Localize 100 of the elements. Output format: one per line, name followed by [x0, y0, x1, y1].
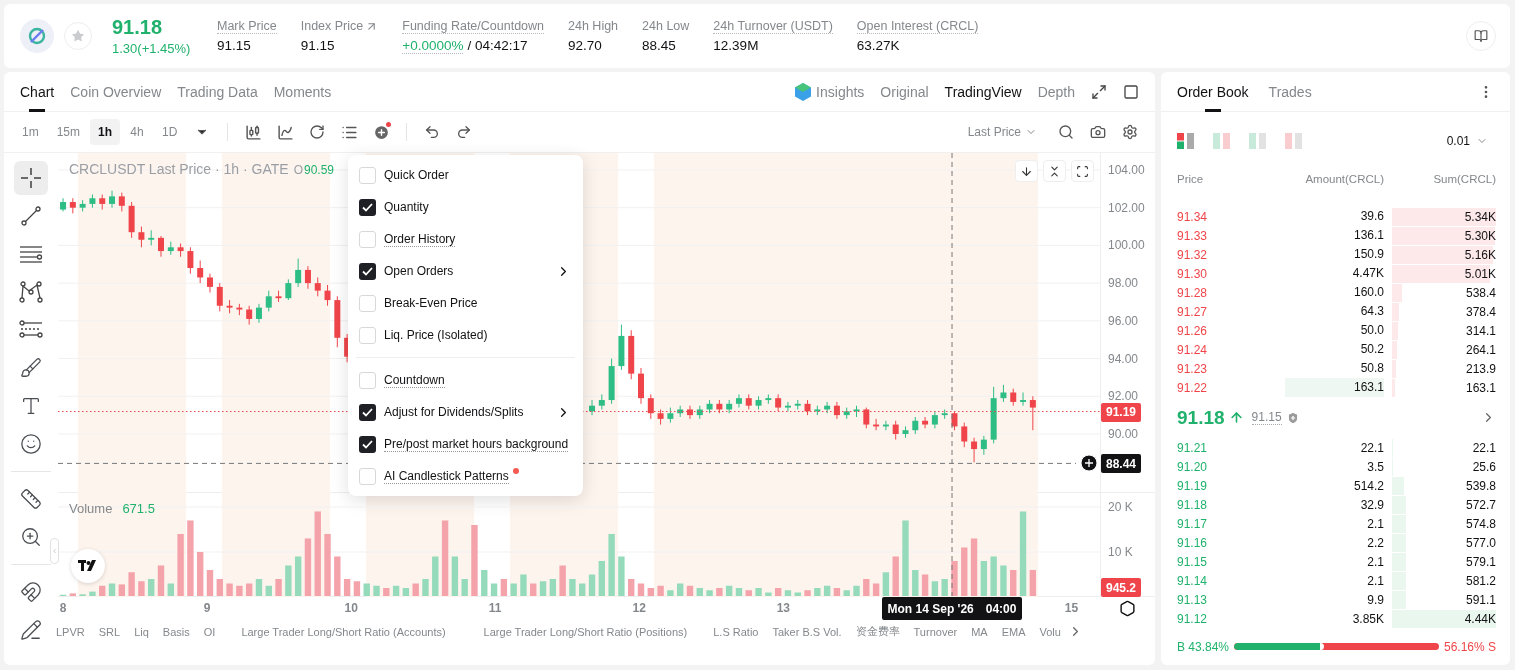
price-axis-label: 90.00 [1108, 427, 1139, 440]
price-axis-label: 92.00 [1108, 390, 1139, 403]
menu-item-label: Break-Even Price [384, 295, 478, 311]
amount-cell: 163.1 [1284, 378, 1384, 398]
ask-price: 91.23 [1177, 361, 1209, 376]
sum-cell: 314.1 [1392, 321, 1496, 340]
last-price-tag: 91.19 [1101, 402, 1142, 422]
ask-price: 91.32 [1177, 247, 1209, 262]
stat-label: 24h High [568, 18, 619, 34]
countdown: / 04:42:17 [467, 37, 528, 53]
amount-cell-text: 4.47K [1351, 265, 1384, 283]
sum-cell: 213.9 [1392, 359, 1496, 378]
stat-value: 92.70 [568, 37, 603, 53]
time-axis-label: 13 [776, 601, 790, 615]
time-axis-label: 12 [632, 601, 646, 615]
volume-axis-label: 10 K [1108, 545, 1133, 558]
stat-label: Open Interest (CRCL) [856, 18, 979, 34]
amount-cell-text: 136.1 [1352, 227, 1384, 245]
price-change: 1.30(+1.45%) [112, 41, 192, 56]
stat-value: 91.15 [300, 37, 336, 53]
amount-cell-text: 3.85K [1351, 610, 1384, 628]
last-price: 91.18 [112, 16, 164, 39]
menu-item-label: Pre/post market hours background [384, 436, 569, 452]
amount-cell-text: 32.9 [1359, 496, 1384, 514]
crosshair-date: Mon 14 Sep '26 [887, 601, 974, 616]
bid-price: 91.17 [1177, 517, 1209, 532]
chart-legend-title: CRCLUSDT Last Price · 1h · GATE [69, 161, 289, 177]
amount-cell-text: 514.2 [1352, 477, 1384, 495]
menu-item-label: Order History [384, 231, 456, 247]
amount-cell-text: 9.9 [1366, 591, 1384, 609]
bid-price: 91.14 [1177, 574, 1209, 589]
menu-item-label: Open Orders [384, 263, 454, 279]
mid-price: 91.18 [1177, 407, 1225, 429]
volume-axis-label: 20 K [1108, 500, 1133, 513]
time-axis-label: 15 [1064, 601, 1079, 615]
ask-price: 91.30 [1177, 266, 1209, 281]
amount-cell-text: 50.2 [1359, 341, 1384, 359]
crosshair-price-tag: 88.44 [1101, 454, 1142, 474]
ask-price: 91.33 [1177, 228, 1209, 243]
amount-cell-text: 50.8 [1359, 360, 1384, 378]
stat-label: Index Price [300, 18, 364, 34]
bid-price: 91.18 [1177, 498, 1209, 513]
price-axis-label: 104.00 [1108, 163, 1145, 176]
menu-item-label: Countdown [384, 372, 445, 388]
menu-item-label: Adjust for Dividends/Splits [384, 404, 524, 420]
amount-cell-text: 2.1 [1366, 572, 1384, 590]
stat-value: 63.27K [856, 37, 901, 53]
crosshair-time: 04:00 [985, 601, 1017, 616]
sum-cell: 25.6 [1392, 458, 1496, 477]
volume-label: Volume [69, 501, 113, 516]
amount-cell-text: 160.0 [1352, 284, 1384, 302]
stat-value: 88.45 [642, 37, 677, 53]
column-header: Amount(CRCL) [1304, 172, 1384, 185]
amount-cell-text: 3.5 [1366, 458, 1384, 476]
bid-price: 91.12 [1177, 612, 1209, 627]
sum-cell: 264.1 [1392, 340, 1496, 359]
sum-cell: 4.44K [1392, 610, 1496, 629]
sum-cell: 591.1 [1392, 591, 1496, 610]
ask-price: 91.28 [1177, 285, 1209, 300]
ask-price: 91.27 [1177, 304, 1209, 319]
open-value: 90.59 [304, 163, 335, 177]
amount-cell-text: 22.1 [1359, 439, 1384, 457]
funding-rate: +0.0000% [402, 37, 464, 54]
price-axis-label: 100.00 [1108, 239, 1145, 252]
ask-price: 91.22 [1177, 380, 1209, 395]
menu-item-label: Liq. Price (Isolated) [384, 327, 488, 343]
amount-cell-text: 50.0 [1359, 322, 1384, 340]
time-axis-label: 9 [203, 601, 211, 615]
open-label: O [293, 163, 303, 177]
sum-cell: 5.30K [1392, 226, 1496, 245]
amount-cell-text: 150.9 [1352, 246, 1384, 264]
amount-cell-text: 2.2 [1366, 534, 1384, 552]
stat-label: 24h Turnover (USDT) [713, 18, 833, 34]
amount-cell-text: 64.3 [1359, 303, 1384, 321]
time-axis-label: 11 [488, 601, 502, 615]
bid-price: 91.20 [1177, 460, 1209, 475]
sum-cell: 572.7 [1392, 496, 1496, 515]
menu-item-label: Quantity [384, 199, 429, 215]
buy-ratio: B 43.84% [1177, 639, 1230, 654]
stat-value: 91.15 [217, 37, 252, 53]
amount-cell-text: 39.6 [1359, 208, 1384, 226]
price-axis-label: 96.00 [1108, 314, 1139, 327]
volume-value: 671.5 [122, 501, 155, 516]
bid-price: 91.19 [1177, 479, 1209, 494]
stat-value: 12.39M [713, 37, 760, 53]
price-axis-label: 102.00 [1108, 201, 1145, 214]
sum-cell: 378.4 [1392, 302, 1496, 321]
sum-cell: 163.1 [1392, 378, 1496, 397]
sum-cell: 577.0 [1392, 534, 1496, 553]
sum-cell: 22.1 [1392, 439, 1496, 458]
stat-label: 24h Low [642, 18, 690, 34]
time-axis-label: 10 [344, 601, 358, 615]
price-axis-label: 94.00 [1108, 352, 1139, 365]
volume-tag: 945.2 [1101, 578, 1142, 597]
sum-cell: 581.2 [1392, 572, 1496, 591]
menu-item-label: AI Candlestick Patterns [384, 468, 509, 484]
bid-price: 91.15 [1177, 555, 1209, 570]
sum-cell: 574.8 [1392, 515, 1496, 534]
bid-price: 91.13 [1177, 593, 1209, 608]
stat-label: Mark Price [217, 18, 277, 34]
